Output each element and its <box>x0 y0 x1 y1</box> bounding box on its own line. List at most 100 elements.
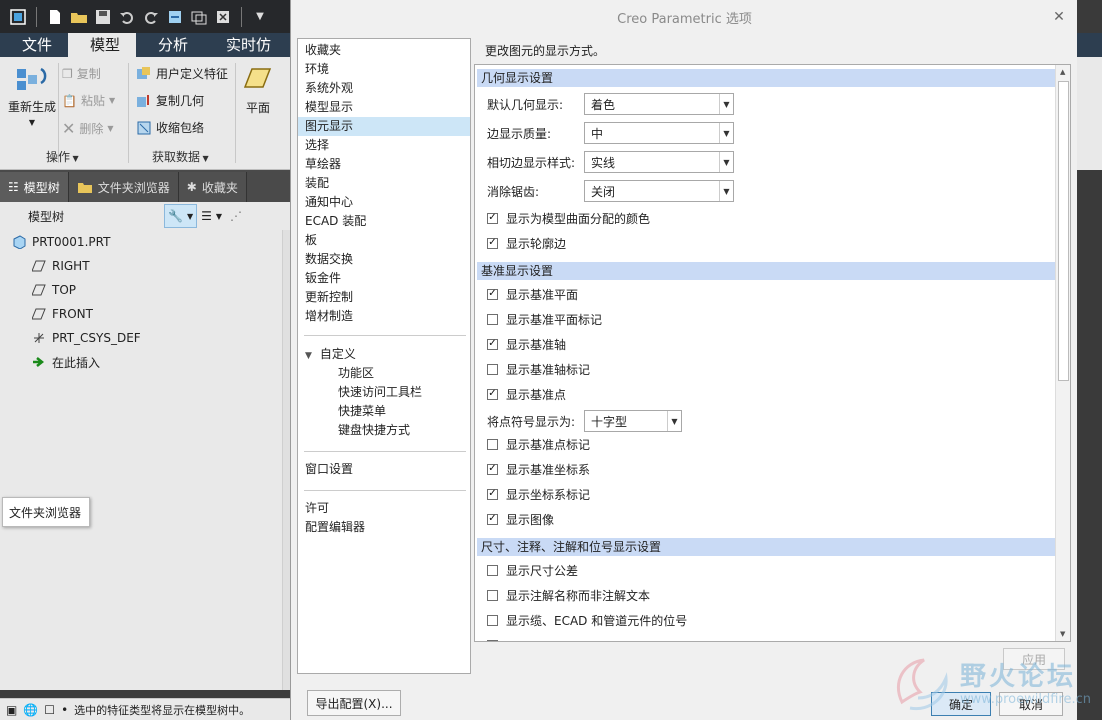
checkbox[interactable]: ✓ <box>487 288 498 300</box>
chevron-down-icon[interactable]: ▼ <box>667 411 681 431</box>
fullscreen-icon[interactable]: ☐ <box>44 703 55 717</box>
checkbox-show-images[interactable]: ✓ 显示图像 <box>487 509 554 529</box>
tab-model[interactable]: 模型 <box>68 33 137 57</box>
copy-geometry-button[interactable]: 复制几何 <box>136 92 204 109</box>
tab-folder-browser[interactable]: 文件夹浏览器 <box>68 172 179 202</box>
ok-button[interactable]: 确定 <box>931 692 991 716</box>
chevron-down-icon[interactable]: ▼ <box>719 152 733 172</box>
nav-item-entity-display[interactable]: 图元显示 <box>298 117 470 136</box>
web-browser-icon[interactable]: 🌐 <box>23 703 38 717</box>
checkbox-show-cable-ecad-piping-tags[interactable]: 显示缆、ECAD 和管道元件的位号 <box>487 610 687 630</box>
edge-display-quality-select[interactable]: 中 ▼ <box>584 122 734 144</box>
chevron-down-icon[interactable]: ▼ <box>719 123 733 143</box>
checkbox-show-silhouette-edges[interactable]: ✓ 显示轮廓边 <box>487 233 566 253</box>
tree-scrollbar[interactable] <box>282 230 290 690</box>
shrinkwrap-button[interactable]: 收缩包络 <box>136 119 204 136</box>
cancel-button[interactable]: 取消 <box>999 692 1063 716</box>
filter-button[interactable]: ⋰ <box>226 204 246 228</box>
tree-settings-button[interactable]: 🔧 ▼ <box>164 204 198 228</box>
paste-button[interactable]: 📋 粘贴 ▼ <box>62 92 115 109</box>
delete-button[interactable]: ✕ 删除 ▼ <box>62 119 114 138</box>
tree-item-right[interactable]: RIGHT <box>32 257 90 275</box>
checkbox[interactable]: ✓ <box>487 488 498 500</box>
scroll-up-icon[interactable]: ▲ <box>1060 68 1065 76</box>
tangent-edge-style-select[interactable]: 实线 ▼ <box>584 151 734 173</box>
checkbox-show-datum-csys[interactable]: ✓ 显示基准坐标系 <box>487 459 590 479</box>
checkbox[interactable] <box>487 313 498 325</box>
nav-item-window-settings[interactable]: 窗口设置 <box>298 460 470 479</box>
show-button[interactable]: ☰ ▼ <box>197 204 226 228</box>
nav-item-sheetmetal[interactable]: 钣金件 <box>298 269 470 288</box>
checkbox[interactable]: ✓ <box>487 463 498 475</box>
checkbox[interactable] <box>487 614 498 626</box>
nav-item-update-control[interactable]: 更新控制 <box>298 288 470 307</box>
nav-item-board[interactable]: 板 <box>298 231 470 250</box>
nav-item-environment[interactable]: 环境 <box>298 60 470 79</box>
chevron-down-icon[interactable]: ▼ <box>719 181 733 201</box>
nav-item-sketcher[interactable]: 草绘器 <box>298 155 470 174</box>
tab-file[interactable]: 文件 <box>0 33 68 57</box>
scroll-down-icon[interactable]: ▼ <box>1060 630 1065 638</box>
checkbox[interactable]: ✓ <box>487 338 498 350</box>
nav-item-license[interactable]: 许可 <box>298 499 470 518</box>
regenerate-button[interactable]: 重新生成 ▼ <box>8 63 56 127</box>
settings-scrollbar[interactable]: ▲ ▼ <box>1055 65 1070 641</box>
regenerate-chevron-down-icon[interactable]: ▼ <box>29 118 35 127</box>
close-window-icon[interactable] <box>213 7 233 27</box>
nav-item-additive-manufacturing[interactable]: 增材制造 <box>298 307 470 326</box>
layout-icon[interactable]: ▣ <box>6 703 17 717</box>
open-folder-icon[interactable] <box>69 7 89 27</box>
checkbox-show-datum-plane-tags[interactable]: 显示基准平面标记 <box>487 309 602 329</box>
nav-item-keyboard-shortcuts[interactable]: 键盘快捷方式 <box>298 421 470 440</box>
qat-chevron-down-icon[interactable]: ▼ <box>250 7 270 27</box>
nav-item-data-exchange[interactable]: 数据交换 <box>298 250 470 269</box>
plane-button[interactable]: 平面 <box>244 67 272 116</box>
scrollbar-thumb[interactable] <box>1058 81 1069 381</box>
default-geometry-display-select[interactable]: 着色 ▼ <box>584 93 734 115</box>
checkbox-show-datum-axes[interactable]: ✓ 显示基准轴 <box>487 334 566 354</box>
checkbox-partially-hidden[interactable] <box>487 635 506 641</box>
nav-item-notification-center[interactable]: 通知中心 <box>298 193 470 212</box>
checkbox[interactable]: ✓ <box>487 237 498 249</box>
copy-button[interactable]: ❐ 复制 <box>62 65 101 82</box>
checkbox-show-annotation-names[interactable]: 显示注解名称而非注解文本 <box>487 585 650 605</box>
new-file-icon[interactable] <box>45 7 65 27</box>
group-operations[interactable]: 操作 ▼ <box>46 148 79 166</box>
checkbox[interactable] <box>487 589 498 601</box>
user-defined-feature-button[interactable]: 用户定义特征 <box>136 65 228 82</box>
nav-item-customize[interactable]: ▼ 自定义 <box>298 345 470 364</box>
paste-chevron-down-icon[interactable]: ▼ <box>109 96 115 105</box>
checkbox[interactable]: ✓ <box>487 212 498 224</box>
expand-triangle-icon[interactable]: ▼ <box>305 351 312 361</box>
checkbox[interactable]: ✓ <box>487 388 498 400</box>
nav-item-ribbon[interactable]: 功能区 <box>298 364 470 383</box>
tab-analysis[interactable]: 分析 <box>136 33 204 57</box>
point-symbol-select[interactable]: 十字型 ▼ <box>584 410 682 432</box>
checkbox[interactable] <box>487 363 498 375</box>
regenerate-icon[interactable] <box>165 7 185 27</box>
tree-item-front[interactable]: FRONT <box>32 305 93 323</box>
nav-item-ecad-assembly[interactable]: ECAD 装配 <box>298 212 470 231</box>
checkbox-show-datum-axis-tags[interactable]: 显示基准轴标记 <box>487 359 590 379</box>
tab-favorites[interactable]: ✱ 收藏夹 <box>178 172 247 202</box>
apply-button[interactable]: 应用 <box>1003 648 1065 670</box>
checkbox-show-datum-planes[interactable]: ✓ 显示基准平面 <box>487 284 578 304</box>
nav-item-assembly[interactable]: 装配 <box>298 174 470 193</box>
checkbox[interactable] <box>487 564 498 576</box>
group-get-data[interactable]: 获取数据 ▼ <box>152 148 209 166</box>
undo-icon[interactable] <box>117 7 137 27</box>
checkbox-show-surface-colors[interactable]: ✓ 显示为模型曲面分配的颜色 <box>487 208 650 228</box>
tree-item-top[interactable]: TOP <box>32 281 76 299</box>
checkbox[interactable]: ✓ <box>487 513 498 525</box>
checkbox-show-datum-point-tags[interactable]: 显示基准点标记 <box>487 434 590 454</box>
nav-item-system-appearance[interactable]: 系统外观 <box>298 79 470 98</box>
app-logo-icon[interactable] <box>8 7 28 27</box>
tree-item-insert-here[interactable]: 在此插入 <box>32 353 100 371</box>
nav-item-config-editor[interactable]: 配置编辑器 <box>298 518 470 537</box>
checkbox-show-dimension-tolerances[interactable]: 显示尺寸公差 <box>487 560 578 580</box>
export-config-button[interactable]: 导出配置(X)... <box>307 690 401 716</box>
tree-item-part[interactable]: PRT0001.PRT <box>12 233 110 251</box>
nav-item-quick-access-toolbar[interactable]: 快速访问工具栏 <box>298 383 470 402</box>
checkbox[interactable] <box>487 639 498 641</box>
close-icon[interactable]: ✕ <box>1049 7 1069 27</box>
